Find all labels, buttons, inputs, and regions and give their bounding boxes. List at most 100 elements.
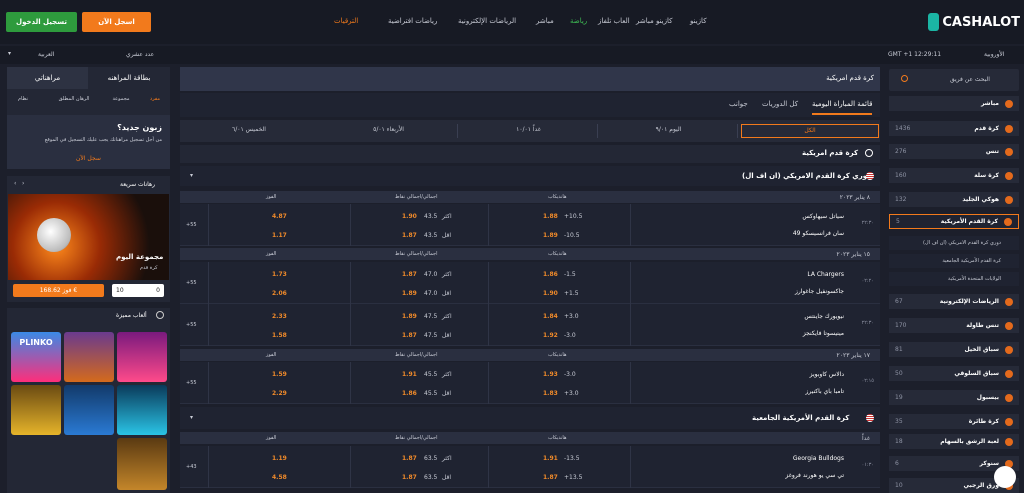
handicap-odds[interactable]: 1.88 (543, 213, 558, 220)
collapse-icon[interactable]: ▾ (190, 172, 193, 179)
match-row[interactable]: ٠٢:١٥ دالاس كاوبويز تامبا باي باكنيرز -3.0 1… (180, 362, 880, 404)
win-odds[interactable]: 1.58 (272, 332, 287, 339)
handicap-line[interactable]: -3.0 (564, 332, 576, 339)
handicap-odds[interactable]: 1.91 (543, 455, 558, 462)
total-line[interactable]: 43.5 (424, 213, 437, 220)
sport-item[interactable]: 81 سباق الخيل (889, 342, 1019, 357)
handicap-line[interactable]: +10.5 (564, 213, 582, 220)
chevron-left-icon[interactable]: ‹ (14, 180, 16, 187)
quick-bet-button[interactable]: فوز 168.62 € (13, 284, 104, 297)
win-odds[interactable]: 2.06 (272, 290, 287, 297)
more-markets[interactable]: +43 (186, 464, 197, 470)
total-odds[interactable]: 1.87 (402, 232, 417, 239)
handicap-odds[interactable]: 1.83 (543, 390, 558, 397)
win-odds[interactable]: 1.59 (272, 371, 287, 378)
total-line[interactable]: 47.5 (424, 332, 437, 339)
sport-item[interactable]: مباشر (889, 96, 1019, 111)
sport-item[interactable]: 18 لعبة الرشق بالسهام (889, 434, 1019, 449)
total-line[interactable]: 45.5 (424, 390, 437, 397)
sub-league-usa[interactable]: الولايات المتحدة الأمريكية (889, 272, 1019, 286)
tab-sides[interactable]: جوانب (729, 100, 748, 108)
sport-item[interactable]: 67 الرياضات الإلكترونية (889, 294, 1019, 309)
more-markets[interactable]: +55 (186, 380, 197, 386)
win-odds[interactable]: 4.58 (272, 474, 287, 481)
sub-league-nfl[interactable]: دوري كرة القدم الامريكي (ان اف ال) (889, 236, 1019, 250)
win-odds[interactable]: 4.87 (272, 213, 287, 220)
day-tomorrow[interactable]: غداً ١٠/٠١ (460, 124, 598, 138)
register-link[interactable]: سجل الآن (76, 155, 101, 162)
sport-item[interactable]: 1436 كرة قدم (889, 121, 1019, 136)
win-odds[interactable]: 1.19 (272, 455, 287, 462)
handicap-odds[interactable]: 1.87 (543, 474, 558, 481)
handicap-line[interactable]: -1.5 (564, 271, 576, 278)
nav-sports[interactable]: رياضة (570, 17, 587, 25)
day-all[interactable]: الكل (741, 124, 879, 138)
logo[interactable]: CASHALOT (928, 12, 1020, 32)
slip-type-combo[interactable]: مجموعة (103, 96, 139, 110)
handicap-line[interactable]: -10.5 (564, 232, 580, 239)
win-odds[interactable]: 1.73 (272, 271, 287, 278)
handicap-odds[interactable]: 1.86 (543, 271, 558, 278)
game-tile-3[interactable] (117, 332, 167, 382)
tab-all-leagues[interactable]: كل الدوريات (762, 100, 798, 108)
match-row[interactable]: ٢٢:٣٠ نيويورك جاينتس مينيسوتا فايكنجز +3.0 1… (180, 304, 880, 346)
win-odds[interactable]: 2.29 (272, 390, 287, 397)
signup-button[interactable]: اسجل الآن (82, 12, 151, 32)
slip-type-system[interactable]: نظام (8, 96, 38, 110)
game-tile-5[interactable] (64, 385, 114, 435)
more-markets[interactable]: +55 (186, 222, 197, 228)
day-thu[interactable]: الخميس ٦/٠١ (180, 124, 318, 138)
total-odds[interactable]: 1.86 (402, 390, 417, 397)
handicap-line[interactable]: -3.0 (564, 371, 576, 378)
total-line[interactable]: 63.5 (424, 455, 437, 462)
nav-esports[interactable]: الرياضات الإلكترونية (458, 17, 516, 25)
total-odds[interactable]: 1.90 (402, 213, 417, 220)
win-odds[interactable]: 1.17 (272, 232, 287, 239)
nav-tv-games[interactable]: العاب تلفاز (598, 17, 630, 25)
game-tile-6[interactable] (117, 385, 167, 435)
handicap-odds[interactable]: 1.92 (543, 332, 558, 339)
total-odds[interactable]: 1.89 (402, 313, 417, 320)
game-tile-plinko[interactable]: PLINKO (11, 332, 61, 382)
chat-icon[interactable] (994, 466, 1016, 488)
handicap-odds[interactable]: 1.89 (543, 232, 558, 239)
total-odds[interactable]: 1.87 (402, 271, 417, 278)
sport-item[interactable]: 35 كرة طائرة (889, 414, 1019, 429)
odds-type-select[interactable]: الأوروبية (984, 51, 1004, 58)
tab-my-bets[interactable]: مراهناتي (7, 67, 88, 89)
day-today[interactable]: اليوم ٩/٠١ (600, 124, 738, 138)
more-markets[interactable]: +55 (186, 322, 197, 328)
nav-virtual[interactable]: رياضات افتراضية (388, 17, 437, 25)
chevron-right-icon[interactable]: › (22, 180, 24, 187)
win-odds[interactable]: 2.33 (272, 313, 287, 320)
match-row[interactable]: ٠١:٣٠ Georgia Bulldogs تي سي يو هورند فروغ… (180, 446, 880, 488)
total-line[interactable]: 47.5 (424, 313, 437, 320)
sport-item[interactable]: 132 هوكي الجليد (889, 192, 1019, 207)
game-tile-7[interactable] (117, 438, 167, 490)
handicap-line[interactable]: +13.5 (564, 474, 582, 481)
game-tile-2[interactable] (64, 332, 114, 382)
sport-item[interactable]: 50 سباق السلوقي (889, 366, 1019, 381)
total-odds[interactable]: 1.87 (402, 455, 417, 462)
handicap-line[interactable]: +1.5 (564, 290, 579, 297)
handicap-line[interactable]: +3.0 (564, 390, 579, 397)
handicap-odds[interactable]: 1.93 (543, 371, 558, 378)
login-button[interactable]: تسجيل الدخول (6, 12, 77, 32)
tab-daily[interactable]: قائمة المباراة اليومية (812, 100, 873, 115)
slip-type-absolute[interactable]: الرهان المطلق (48, 96, 100, 110)
total-odds[interactable]: 1.89 (402, 290, 417, 297)
total-line[interactable]: 47.0 (424, 271, 437, 278)
more-markets[interactable]: +55 (186, 280, 197, 286)
sport-item[interactable]: 276 تنس (889, 144, 1019, 159)
total-odds[interactable]: 1.87 (402, 332, 417, 339)
nav-live-casino[interactable]: كازينو مباشر (636, 17, 672, 25)
match-row[interactable]: ٢٢:٣٠ سياتل سيهاوكس سان فرانسيسكو 49 +10.5 1… (180, 204, 880, 246)
nav-live[interactable]: مباشر (536, 17, 554, 25)
handicap-odds[interactable]: 1.90 (543, 290, 558, 297)
stake-input[interactable]: 10 0 (112, 284, 164, 297)
handicap-line[interactable]: -13.5 (564, 455, 580, 462)
sport-item[interactable]: 19 بيسبول (889, 390, 1019, 405)
total-line[interactable]: 43.5 (424, 232, 437, 239)
language-select[interactable]: العربية (38, 51, 54, 58)
handicap-odds[interactable]: 1.84 (543, 313, 558, 320)
